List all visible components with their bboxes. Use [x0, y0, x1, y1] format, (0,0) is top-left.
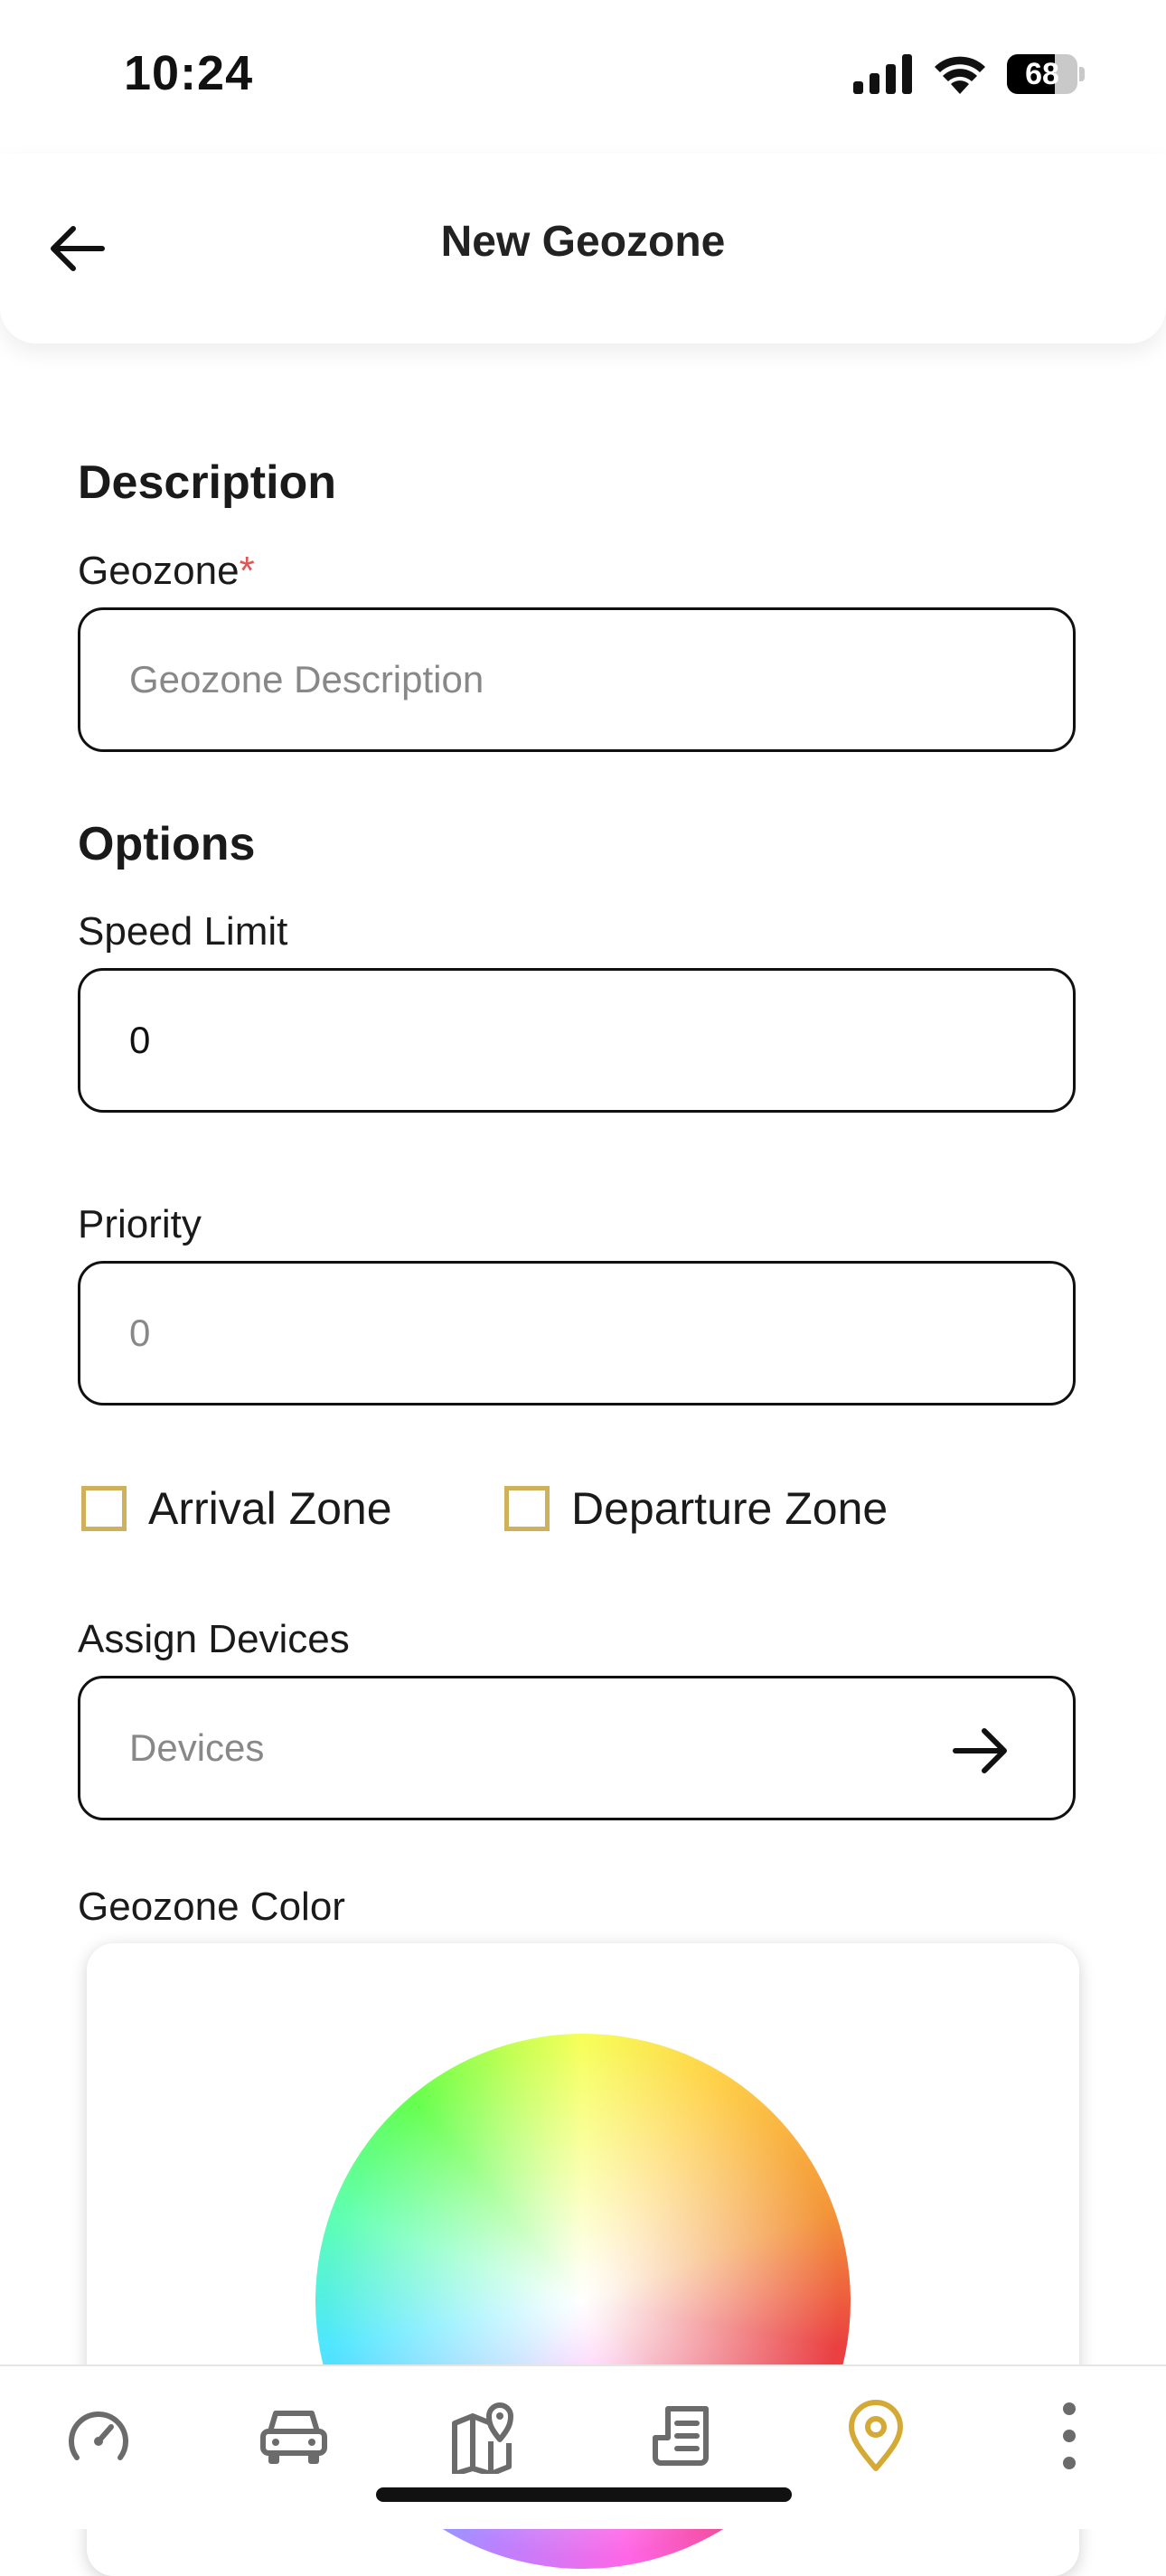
speed-limit-input[interactable]: 0	[78, 968, 1076, 1113]
arrival-zone-option[interactable]: Arrival Zone	[81, 1482, 392, 1535]
assign-devices-label: Assign Devices	[78, 1617, 350, 1661]
arrow-right-icon[interactable]	[952, 1728, 1010, 1773]
battery-percent: 68	[1025, 57, 1059, 91]
nav-item-vehicles[interactable]	[244, 2386, 343, 2486]
geozone-color-label: Geozone Color	[78, 1885, 345, 1929]
departure-zone-option[interactable]: Departure Zone	[504, 1482, 888, 1535]
departure-zone-checkbox[interactable]	[504, 1486, 550, 1531]
section-heading-description: Description	[78, 456, 337, 509]
speed-limit-label: Speed Limit	[78, 909, 288, 954]
battery-icon: 68	[1007, 54, 1085, 94]
signal-icon	[853, 54, 912, 94]
wifi-icon	[935, 56, 985, 94]
nav-item-geozones[interactable]	[826, 2386, 926, 2486]
home-indicator	[376, 2487, 792, 2502]
speed-limit-value: 0	[129, 1019, 151, 1061]
status-icons: 68	[853, 54, 1085, 94]
arrival-zone-checkbox[interactable]	[81, 1486, 127, 1531]
arrival-zone-label: Arrival Zone	[148, 1483, 392, 1534]
priority-label: Priority	[78, 1202, 202, 1246]
nav-item-reports[interactable]	[633, 2386, 732, 2486]
geozone-label-text: Geozone	[78, 549, 240, 593]
required-mark: *	[239, 549, 255, 593]
nav-item-more[interactable]	[1020, 2386, 1119, 2486]
departure-zone-label: Departure Zone	[571, 1483, 889, 1534]
section-heading-options: Options	[78, 818, 256, 870]
geozone-label: Geozone*	[78, 549, 255, 594]
speedometer-icon	[69, 2411, 128, 2460]
assign-devices-selector[interactable]: Devices	[78, 1676, 1076, 1820]
report-icon	[653, 2406, 709, 2466]
geozone-description-placeholder: Geozone Description	[129, 658, 484, 700]
page-title: New Geozone	[440, 218, 726, 266]
bottom-navigation	[0, 2364, 1166, 2529]
nav-item-dashboard[interactable]	[49, 2386, 148, 2486]
priority-placeholder: 0	[129, 1312, 151, 1354]
devices-placeholder: Devices	[129, 1726, 265, 1769]
priority-input[interactable]: 0	[78, 1261, 1076, 1406]
status-time: 10:24	[124, 46, 254, 100]
status-bar: 10:24 68	[0, 0, 1166, 154]
nav-item-map[interactable]	[437, 2386, 537, 2486]
location-pin-icon	[849, 2400, 903, 2471]
geozone-description-input[interactable]: Geozone Description	[78, 607, 1076, 752]
map-pin-icon	[452, 2402, 513, 2474]
app-header: New Geozone	[0, 154, 1166, 343]
car-icon	[260, 2411, 327, 2464]
more-vertical-icon	[1063, 2402, 1076, 2469]
